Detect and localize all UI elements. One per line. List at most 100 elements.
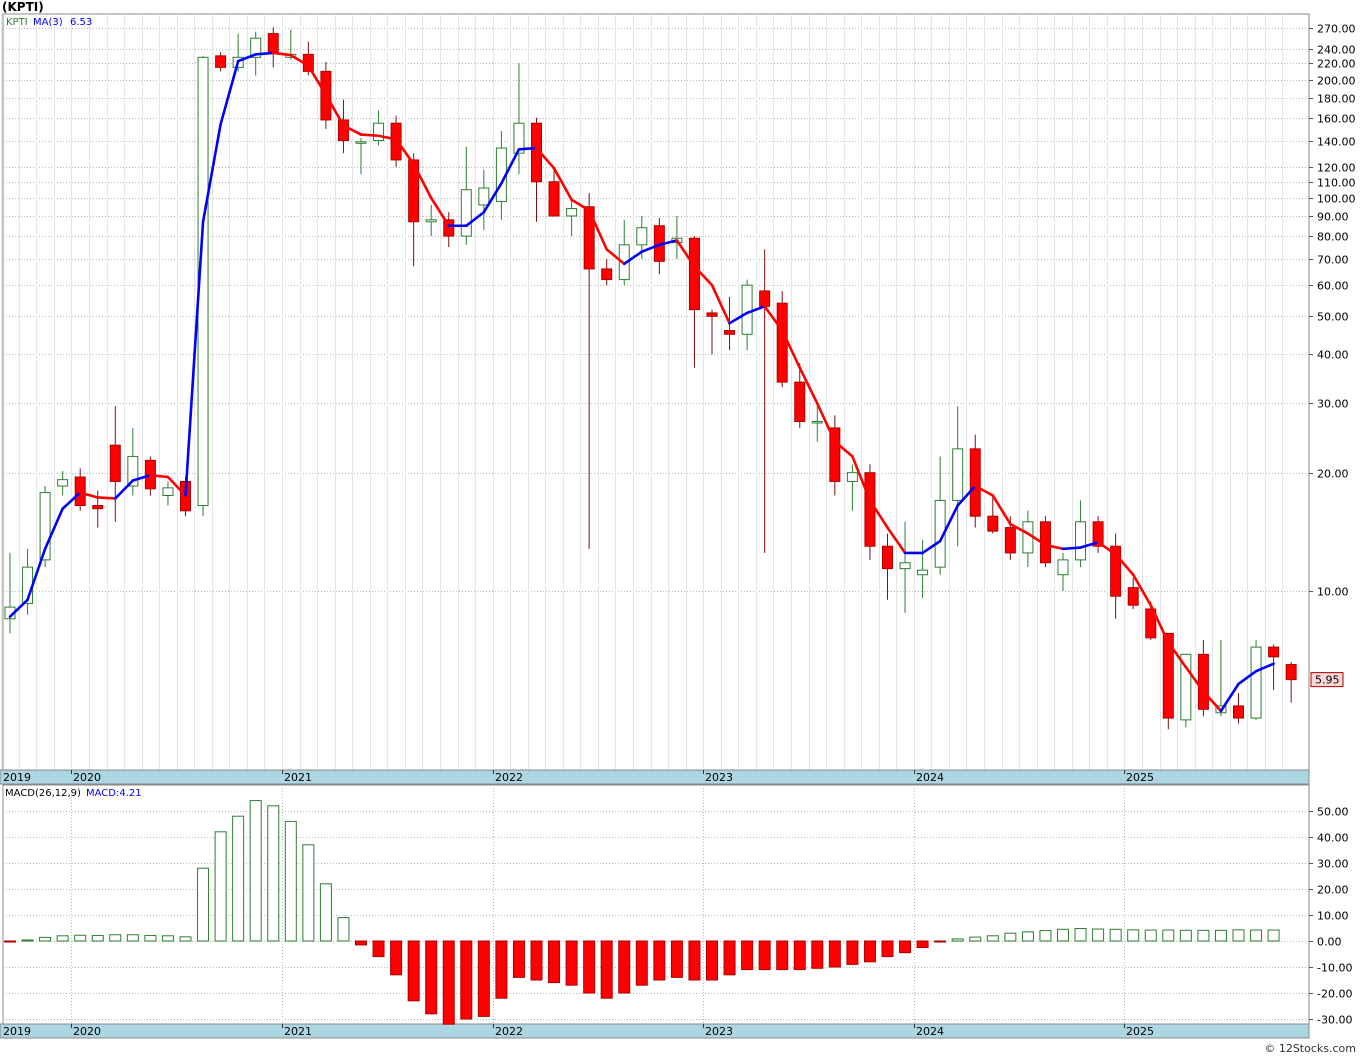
macd-bar-negative <box>688 940 701 981</box>
last-price-label: 5.95 <box>1315 674 1340 687</box>
macd-bar-positive <box>144 935 157 942</box>
macd-tick-label: 20.00 <box>1317 884 1349 897</box>
macd-bar-negative <box>4 940 16 943</box>
candle-up <box>355 141 367 144</box>
macd-bar-negative <box>899 940 912 954</box>
candle-down <box>1233 705 1244 719</box>
price-tick-label: 40.00 <box>1317 349 1349 362</box>
macd-year-label: 2024 <box>916 1025 944 1038</box>
candle-down <box>706 312 718 317</box>
price-tick-label: 60.00 <box>1317 280 1349 293</box>
macd-bar-positive <box>21 939 34 942</box>
chart-title: (KPTI) <box>2 0 44 14</box>
candle-up <box>917 569 929 576</box>
legend-ticker: KPTI <box>6 17 28 28</box>
macd-bar-positive <box>1232 929 1245 942</box>
candle-down <box>215 55 227 68</box>
macd-tick-label: 50.00 <box>1317 806 1349 819</box>
macd-bar-negative <box>916 940 929 948</box>
macd-bar-positive <box>214 831 227 942</box>
macd-tick-label: -30.00 <box>1317 1014 1352 1027</box>
macd-bar-negative <box>442 940 455 1025</box>
candle-down <box>548 181 560 217</box>
candle-down <box>601 268 613 281</box>
macd-bar-positive <box>986 935 999 942</box>
price-tick-label: 140.00 <box>1317 136 1356 149</box>
ma-line-segment <box>517 146 538 151</box>
macd-bar-negative <box>495 940 508 999</box>
macd-year-label: 2023 <box>705 1025 733 1038</box>
macd-year-label: 2019 <box>3 1025 31 1038</box>
candle-down <box>267 33 279 53</box>
macd-bar-positive <box>1144 929 1157 942</box>
price-tick-label: 180.00 <box>1317 93 1356 106</box>
price-year-label: 2019 <box>3 771 31 784</box>
legend-ma-value: 6.53 <box>70 17 92 28</box>
macd-bar-negative <box>635 940 648 986</box>
macd-bar-negative <box>372 940 385 958</box>
price-tick-label: 50.00 <box>1317 311 1349 324</box>
price-tick-label: 20.00 <box>1317 468 1349 481</box>
price-tick-label: 30.00 <box>1317 398 1349 411</box>
macd-year-label: 2022 <box>495 1025 523 1038</box>
price-tick-label: 240.00 <box>1317 44 1356 57</box>
macd-bar-negative <box>934 940 947 943</box>
price-year-label: 2021 <box>284 771 312 784</box>
macd-bar-positive <box>1127 929 1140 942</box>
price-tick-label: 100.00 <box>1317 193 1356 206</box>
macd-bar-positive <box>197 867 210 942</box>
macd-bar-negative <box>425 940 438 1015</box>
stock-chart: 270.00 240.00220.00 200.00 180.00 160.00 140.… <box>0 13 1356 1039</box>
candle-up <box>952 448 964 501</box>
candle-up <box>1075 521 1087 561</box>
macd-year-label: 2021 <box>284 1025 312 1038</box>
macd-bar-positive <box>1039 930 1052 942</box>
macd-bar-negative <box>863 940 876 963</box>
macd-bar-negative <box>530 940 543 981</box>
macd-bar-positive <box>1162 929 1175 942</box>
candle-down <box>759 290 771 307</box>
page: { "title": "(KPTI)", "legend": { "ticker… <box>0 0 1360 1056</box>
macd-bar-negative <box>390 940 403 976</box>
macd-bar-negative <box>741 940 754 971</box>
candle-up <box>478 187 490 206</box>
macd-tick-label: -20.00 <box>1317 988 1352 1001</box>
candle-down <box>109 444 121 482</box>
macd-bar-positive <box>1109 928 1122 942</box>
price-year-label: 2025 <box>1126 771 1154 784</box>
macd-bar-positive <box>1092 928 1105 942</box>
macd-year-label: 2025 <box>1126 1025 1154 1038</box>
candle-up <box>1057 559 1069 576</box>
candle-down <box>1268 646 1280 658</box>
candle-down <box>92 505 104 510</box>
macd-axis-band <box>0 1023 1310 1039</box>
macd-bar-negative <box>846 940 859 965</box>
candle-down <box>882 545 893 570</box>
macd-bar-positive <box>337 917 350 942</box>
macd-bar-negative <box>828 940 841 968</box>
macd-bar-positive <box>179 936 192 942</box>
candle-up <box>846 472 858 482</box>
candle-down <box>1004 527 1016 554</box>
macd-tick-label: 10.00 <box>1317 910 1349 923</box>
candle-up <box>162 487 174 496</box>
legend-ma-label: MA(3) <box>33 17 63 28</box>
macd-bar-positive <box>39 936 52 942</box>
candle-down <box>74 476 86 507</box>
price-year-label: 2020 <box>73 771 101 784</box>
macd-bar-negative <box>653 940 666 981</box>
candle-up <box>1250 646 1262 719</box>
price-tick-label: 90.00 <box>1317 211 1349 224</box>
macd-bar-positive <box>302 844 315 942</box>
macd-bar-positive <box>1004 932 1017 942</box>
price-panel: 270.00 240.00220.00 200.00 180.00 160.00 140.… <box>0 13 1356 785</box>
candle-up <box>636 227 648 246</box>
candle-up <box>460 189 472 237</box>
macd-tick-label: 40.00 <box>1317 832 1349 845</box>
macd-bar-negative <box>477 940 490 1017</box>
macd-legend-label: MACD(26,12,9) <box>5 788 81 799</box>
candle-up <box>811 420 823 424</box>
candle-down <box>969 448 981 517</box>
macd-bar-negative <box>512 940 525 978</box>
price-tick-label: 220.00 <box>1317 58 1356 71</box>
